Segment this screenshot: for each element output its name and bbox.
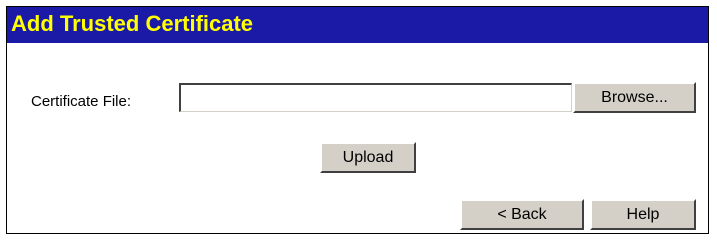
browse-button[interactable]: Browse...: [573, 82, 696, 113]
certificate-file-input[interactable]: [179, 83, 572, 112]
help-button[interactable]: Help: [590, 199, 696, 230]
add-certificate-panel: Add Trusted Certificate Certificate File…: [6, 6, 709, 234]
upload-button[interactable]: Upload: [320, 142, 416, 173]
certificate-file-label: Certificate File:: [31, 93, 132, 110]
back-button[interactable]: < Back: [460, 199, 584, 230]
title-bar: Add Trusted Certificate: [7, 7, 708, 43]
page-title: Add Trusted Certificate: [11, 11, 254, 36]
